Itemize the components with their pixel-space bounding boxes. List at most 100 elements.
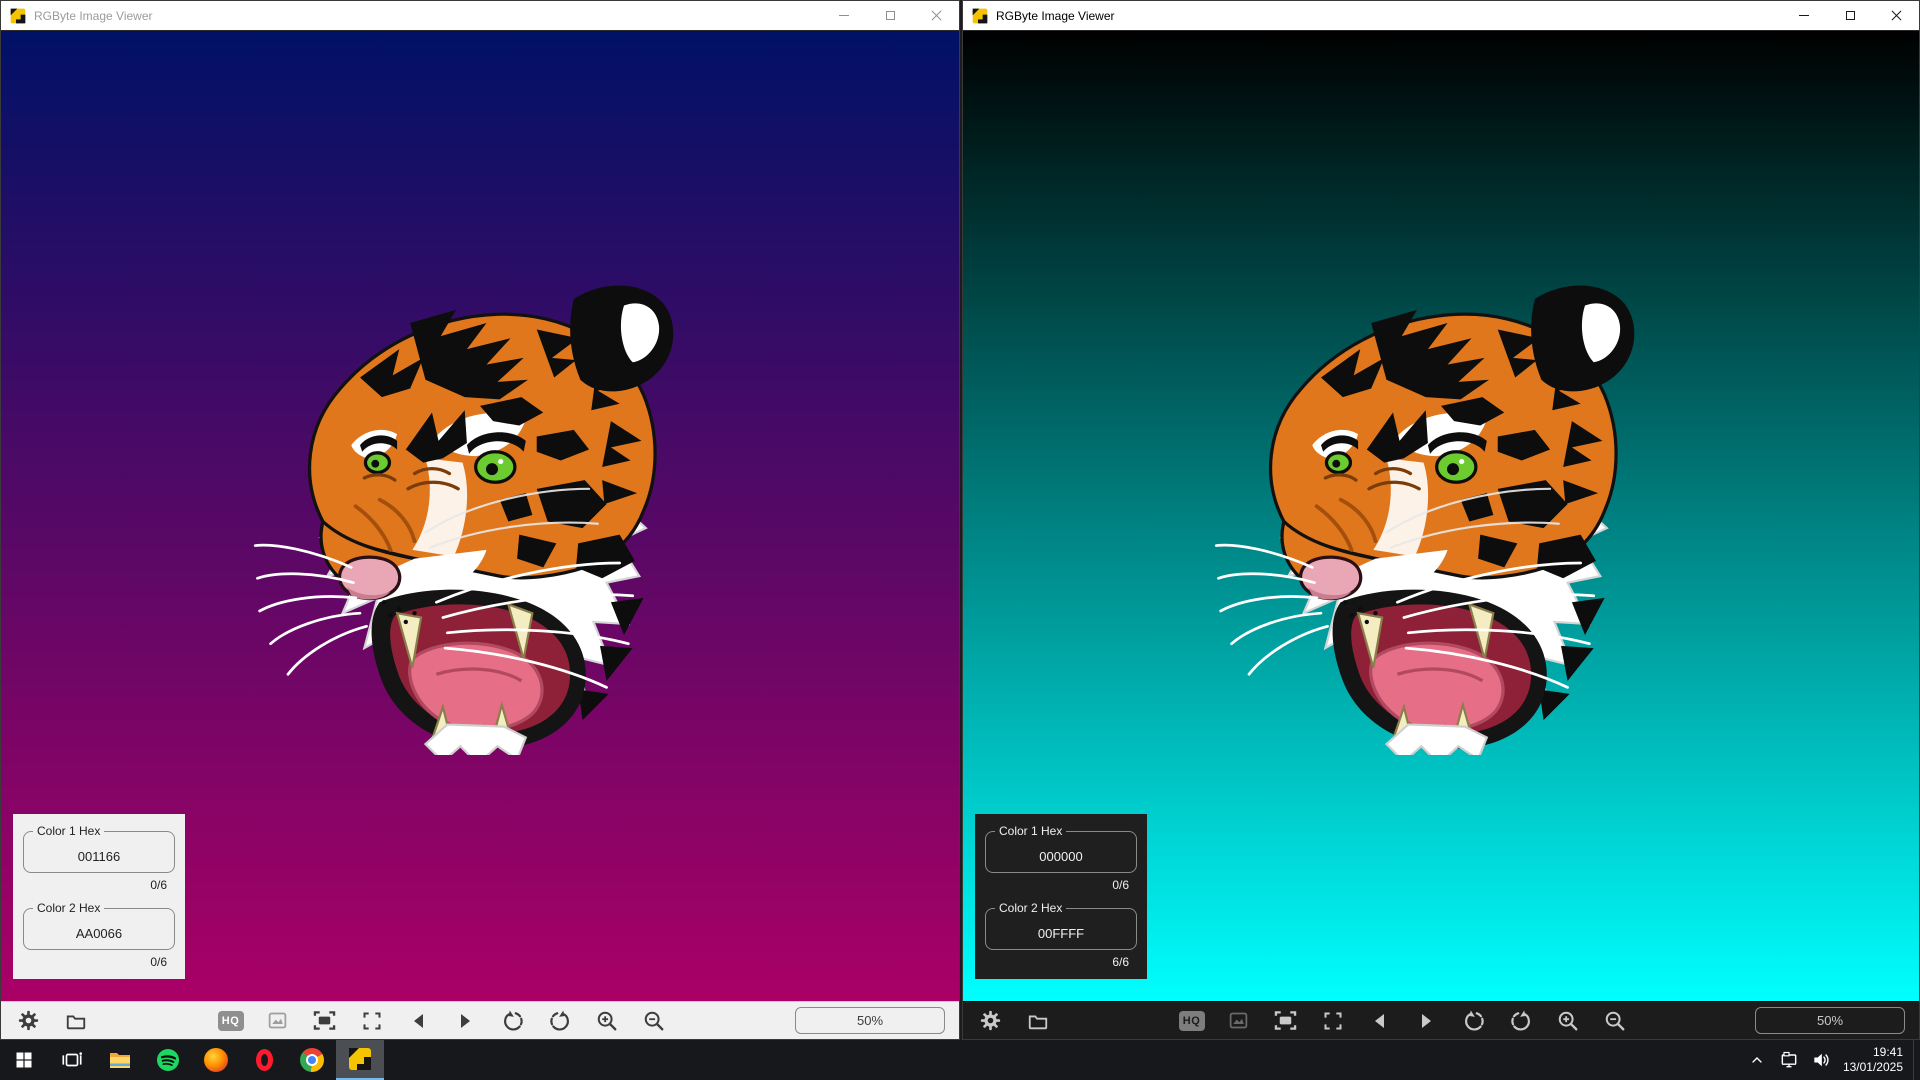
start-button[interactable] <box>0 1040 48 1080</box>
open-file-button[interactable] <box>63 1008 89 1034</box>
fullscreen-icon <box>1323 1011 1343 1031</box>
close-button[interactable] <box>1873 1 1919 30</box>
rotate-ccw-icon <box>1463 1010 1485 1032</box>
rgbyte-app-icon <box>348 1047 372 1071</box>
next-icon <box>461 1014 470 1028</box>
zoom-level-input[interactable] <box>795 1007 945 1034</box>
zoom-in-button[interactable] <box>1555 1008 1581 1034</box>
rotate-cw-icon <box>1510 1010 1532 1032</box>
zoom-out-button[interactable] <box>1602 1008 1628 1034</box>
color-hex-panel: Color 1 Hex 0/6 Color 2 Hex 6/6 <box>975 814 1147 979</box>
image-info-button[interactable] <box>265 1008 291 1034</box>
zoom-in-icon <box>596 1010 618 1032</box>
color1-hex-input[interactable] <box>24 832 174 872</box>
taskbar-item-file-explorer[interactable] <box>96 1040 144 1080</box>
color1-hex-label: Color 1 Hex <box>995 824 1066 838</box>
minimize-icon <box>1799 15 1809 16</box>
hq-icon: HQ <box>1179 1011 1205 1031</box>
previous-image-button[interactable] <box>1367 1008 1393 1034</box>
open-file-button[interactable] <box>1025 1008 1051 1034</box>
window-title: RGByte Image Viewer <box>34 9 153 23</box>
windows-logo-icon <box>15 1051 33 1069</box>
color2-hex-label: Color 2 Hex <box>995 901 1066 915</box>
next-image-button[interactable] <box>453 1008 479 1034</box>
app-icon <box>972 8 988 24</box>
volume-icon <box>1811 1050 1831 1070</box>
task-view-icon <box>61 1049 83 1071</box>
network-button[interactable] <box>1773 1050 1805 1070</box>
next-image-button[interactable] <box>1414 1008 1440 1034</box>
color1-char-counter: 0/6 <box>985 873 1137 900</box>
maximize-icon <box>886 11 895 20</box>
spotify-icon <box>156 1048 180 1072</box>
title-bar[interactable]: RGByte Image Viewer <box>1 1 959 31</box>
gear-icon <box>980 1010 1001 1031</box>
fit-to-window-button[interactable] <box>312 1008 338 1034</box>
viewer-window-dark: RGByte Image Viewer Color 1 Hex 0/6 Colo… <box>962 0 1920 1040</box>
viewer-toolbar: HQ <box>963 1001 1919 1039</box>
minimize-button[interactable] <box>1781 1 1827 30</box>
rotate-ccw-button[interactable] <box>500 1008 526 1034</box>
title-bar[interactable]: RGByte Image Viewer <box>963 1 1919 31</box>
maximize-button[interactable] <box>1827 1 1873 30</box>
zoom-in-icon <box>1557 1010 1579 1032</box>
task-view-button[interactable] <box>48 1040 96 1080</box>
zoom-out-button[interactable] <box>641 1008 667 1034</box>
fit-to-window-button[interactable] <box>1273 1008 1299 1034</box>
taskbar-item-rgbyte-image-viewer[interactable] <box>336 1040 384 1080</box>
settings-button[interactable] <box>15 1008 41 1034</box>
windows-taskbar: 19:41 13/01/2025 <box>0 1040 1920 1080</box>
taskbar-clock[interactable]: 19:41 13/01/2025 <box>1837 1045 1913 1075</box>
rotate-cw-button[interactable] <box>547 1008 573 1034</box>
minimize-icon <box>839 15 849 16</box>
color1-char-counter: 0/6 <box>23 873 175 900</box>
close-icon <box>931 11 941 21</box>
settings-button[interactable] <box>977 1008 1003 1034</box>
color2-hex-label: Color 2 Hex <box>33 901 104 915</box>
previous-icon <box>1375 1014 1384 1028</box>
viewer-window-light: RGByte Image Viewer Color 1 Hex 0/6 Colo… <box>0 0 960 1040</box>
hidden-icons-button[interactable] <box>1741 1052 1773 1068</box>
volume-button[interactable] <box>1805 1050 1837 1070</box>
color2-hex-input[interactable] <box>24 909 174 949</box>
clock-date: 13/01/2025 <box>1843 1060 1903 1075</box>
taskbar-item-chrome[interactable] <box>288 1040 336 1080</box>
minimize-button[interactable] <box>821 1 867 30</box>
color1-hex-group: Color 1 Hex <box>23 831 175 873</box>
color2-hex-group: Color 2 Hex <box>23 908 175 950</box>
rotate-ccw-button[interactable] <box>1461 1008 1487 1034</box>
hq-toggle-button[interactable]: HQ <box>218 1008 244 1034</box>
fullscreen-button[interactable] <box>1320 1008 1346 1034</box>
app-icon <box>10 8 26 24</box>
next-icon <box>1422 1014 1431 1028</box>
network-icon <box>1779 1050 1799 1070</box>
image-canvas[interactable]: Color 1 Hex 0/6 Color 2 Hex 0/6 <box>1 31 959 1001</box>
rotate-cw-button[interactable] <box>1508 1008 1534 1034</box>
fullscreen-button[interactable] <box>359 1008 385 1034</box>
image-info-button[interactable] <box>1226 1008 1252 1034</box>
tiger-image <box>250 275 710 755</box>
close-button[interactable] <box>913 1 959 30</box>
show-desktop-button[interactable] <box>1914 1040 1920 1080</box>
taskbar-item-opera[interactable] <box>240 1040 288 1080</box>
image-canvas[interactable]: Color 1 Hex 0/6 Color 2 Hex 6/6 <box>963 31 1919 1001</box>
image-icon <box>267 1010 288 1031</box>
color1-hex-input[interactable] <box>986 832 1136 872</box>
hq-toggle-button[interactable]: HQ <box>1179 1008 1205 1034</box>
zoom-in-button[interactable] <box>594 1008 620 1034</box>
color2-hex-input[interactable] <box>986 909 1136 949</box>
color2-char-counter: 0/6 <box>23 950 175 977</box>
previous-image-button[interactable] <box>406 1008 432 1034</box>
color1-hex-label: Color 1 Hex <box>33 824 104 838</box>
color1-hex-group: Color 1 Hex <box>985 831 1137 873</box>
firefox-icon <box>204 1048 228 1072</box>
taskbar-item-spotify[interactable] <box>144 1040 192 1080</box>
zoom-level-input[interactable] <box>1755 1007 1905 1034</box>
previous-icon <box>414 1014 423 1028</box>
window-title: RGByte Image Viewer <box>996 9 1115 23</box>
maximize-button[interactable] <box>867 1 913 30</box>
opera-icon <box>256 1049 273 1071</box>
taskbar-item-firefox[interactable] <box>192 1040 240 1080</box>
fit-to-window-icon <box>313 1009 336 1032</box>
tiger-image <box>1211 275 1671 755</box>
